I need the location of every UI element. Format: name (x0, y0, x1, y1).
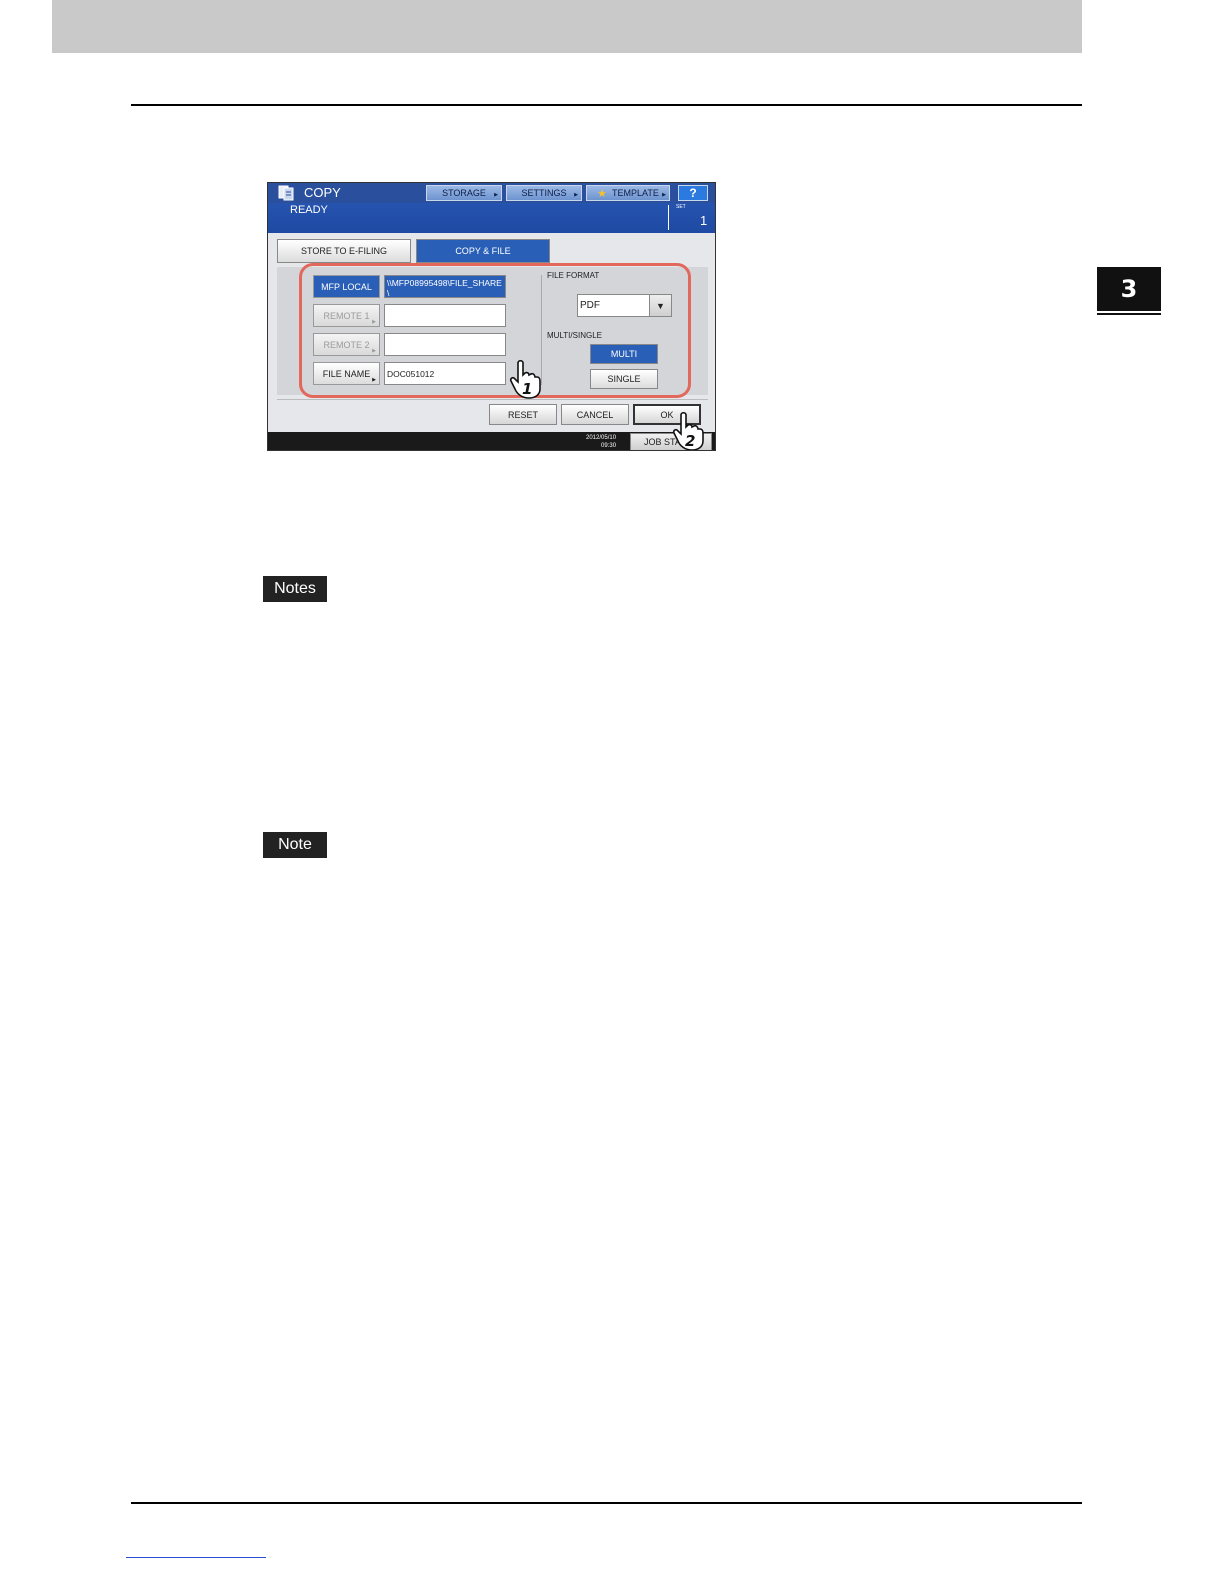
hand-pointer-icon: 2 (672, 411, 704, 450)
reset-label: RESET (507, 409, 538, 420)
template-button[interactable]: ★ TEMPLATE ▶ (586, 185, 670, 201)
note-text: Note (278, 836, 312, 853)
app-title: COPY (304, 185, 341, 200)
device-screen: COPY READY SET 1 STORAGE ▶ SETTINGS ▶ ★ … (267, 182, 716, 451)
star-icon: ★ (597, 187, 608, 200)
copy-icon (278, 185, 294, 201)
footer-rule (131, 1502, 1082, 1504)
arrow-icon: ▶ (494, 192, 498, 198)
tab-copy-and-file[interactable]: COPY & FILE (416, 239, 550, 263)
status-text: READY (290, 204, 328, 216)
help-button[interactable]: ? (678, 185, 708, 201)
tab-copy-file-label: COPY & FILE (455, 246, 511, 256)
settings-label: SETTINGS (521, 188, 567, 198)
chapter-tab-underline (1097, 313, 1161, 315)
help-label: ? (689, 186, 697, 200)
highlight-frame (299, 263, 691, 398)
set-divider (668, 205, 669, 230)
action-divider (277, 399, 708, 400)
tab-store-to-efiling[interactable]: STORE TO E-FILING (277, 239, 411, 263)
reset-button[interactable]: RESET (489, 404, 557, 425)
notes-label: Notes (263, 576, 327, 602)
chapter-tab: 3 (1097, 267, 1161, 311)
tab-store-label: STORE TO E-FILING (300, 246, 388, 256)
page-header-bar (52, 0, 1082, 53)
note-label: Note (263, 832, 327, 858)
step2-number: 2 (685, 432, 695, 450)
settings-button[interactable]: SETTINGS ▶ (506, 185, 582, 201)
notes-text: Notes (274, 580, 316, 597)
cancel-label: CANCEL (576, 409, 614, 420)
hand-pointer-icon: 1 (509, 359, 541, 399)
arrow-icon: ▶ (574, 192, 578, 198)
step1-number: 1 (522, 380, 532, 398)
chapter-number: 3 (1120, 275, 1138, 303)
time-text: 09:30 (601, 443, 617, 449)
storage-label: STORAGE (442, 188, 486, 198)
arrow-icon: ▶ (662, 192, 666, 198)
set-value: 1 (700, 213, 708, 228)
cancel-button[interactable]: CANCEL (561, 404, 629, 425)
storage-button[interactable]: STORAGE ▶ (426, 185, 502, 201)
date-time: 2012/05/10 09:30 (586, 434, 616, 450)
date-text: 2012/05/10 (586, 435, 617, 441)
template-label: TEMPLATE (612, 188, 659, 198)
footer-link-underline[interactable] (126, 1557, 266, 1558)
set-label: SET (676, 204, 686, 210)
header-rule (131, 104, 1082, 106)
